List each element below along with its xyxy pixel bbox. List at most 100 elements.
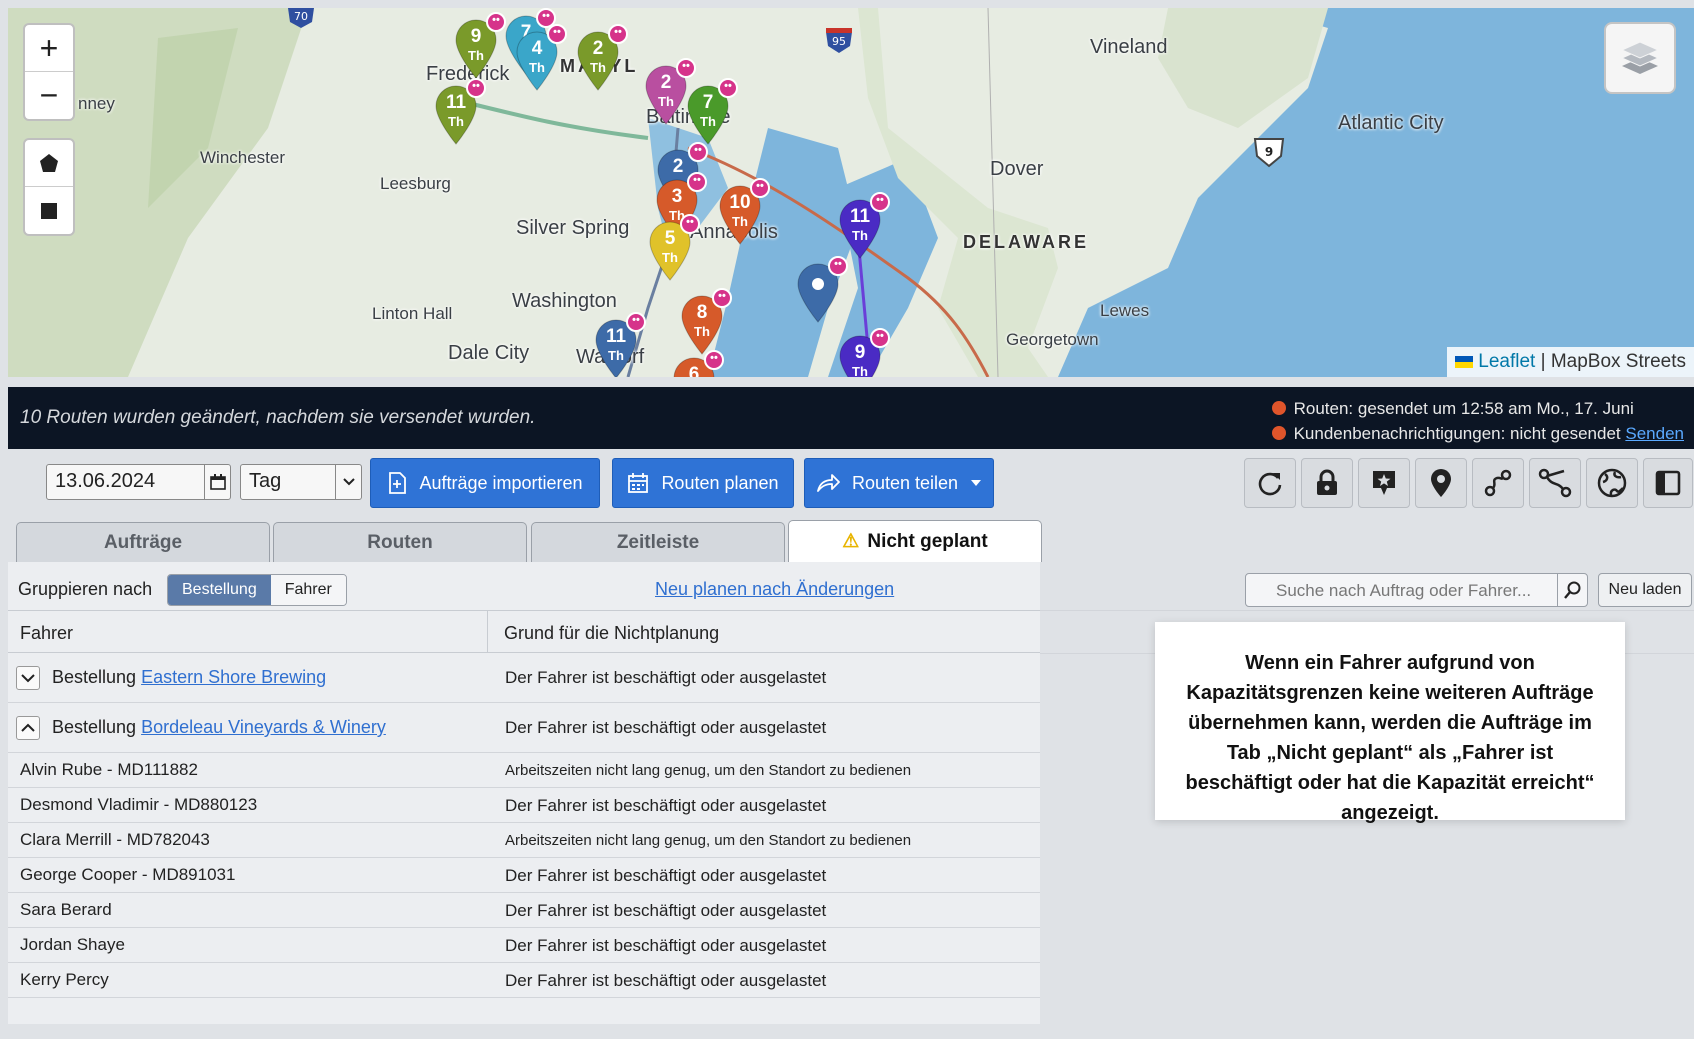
favorite-pin-button[interactable]	[1358, 458, 1410, 508]
route-marker[interactable]: 11 Th ••	[838, 192, 890, 260]
svg-text:70: 70	[294, 10, 308, 23]
search-input[interactable]: Suche nach Auftrag oder Fahrer...	[1245, 573, 1588, 607]
group-by-label: Gruppieren nach	[18, 579, 153, 599]
order-group-row: Bestellung Bordeleau Vineyards & Winery …	[8, 703, 1040, 753]
unplanned-reason: Der Fahrer ist beschäftigt oder ausgelas…	[505, 718, 827, 737]
divider	[1040, 610, 1694, 611]
route-marker[interactable]: 9 Th ••	[838, 328, 890, 377]
leaflet-link[interactable]: Leaflet	[1478, 351, 1535, 372]
driver-name: Alvin Rube - MD111882	[20, 760, 198, 779]
expand-toggle[interactable]	[16, 666, 40, 690]
layers-button[interactable]	[1604, 22, 1676, 94]
route-marker[interactable]: 9 Th ••	[454, 12, 506, 80]
order-group-label: Bestellung Eastern Shore Brewing	[52, 667, 326, 688]
route-marker[interactable]: 5 Th ••	[648, 214, 700, 282]
sidebar-panel-icon	[1655, 470, 1681, 496]
route-marker[interactable]: 10 Th ••	[718, 178, 770, 246]
tab-timeline[interactable]: Zeitleiste	[531, 522, 785, 562]
collapse-toggle[interactable]	[16, 716, 40, 740]
route-map[interactable]: Vineland Frederick MARYL Baltimore Atlan…	[8, 8, 1694, 377]
period-select[interactable]: Tag	[240, 464, 362, 500]
import-orders-button[interactable]: Aufträge importieren	[370, 458, 600, 508]
map-label: Dale City	[448, 342, 530, 364]
table-row[interactable]: Kerry Percy Der Fahrer ist beschäftigt od…	[8, 963, 1040, 998]
map-label: Linton Hall	[372, 304, 453, 323]
chevron-up-icon	[21, 723, 35, 732]
map-label: Georgetown	[1006, 330, 1099, 349]
replan-after-changes-link[interactable]: Neu planen nach Änderungen	[655, 579, 894, 600]
unplanned-reason: Arbeitszeiten nicht lang genug, um den S…	[505, 762, 912, 779]
search-icon[interactable]	[1557, 574, 1587, 606]
map-label: Leesburg	[380, 174, 451, 193]
map-label: Silver Spring	[516, 217, 630, 239]
lock-button[interactable]	[1301, 458, 1353, 508]
reload-button[interactable]: Neu laden	[1598, 573, 1692, 607]
order-customer-link[interactable]: Eastern Shore Brewing	[141, 667, 326, 687]
draw-polygon-button[interactable]	[25, 140, 73, 187]
table-row[interactable]: Clara Merrill - MD782043 Arbeitszeiten ni…	[8, 823, 1040, 858]
message-badge-icon: ••	[870, 328, 890, 348]
table-row[interactable]: George Cooper - MD891031 Der Fahrer ist b…	[8, 858, 1040, 893]
panel-toggle-button[interactable]	[1643, 458, 1693, 508]
marker-day-label: Th	[852, 228, 868, 243]
marker-day-label: Th	[590, 60, 606, 75]
route-marker[interactable]: 8 Th ••	[680, 288, 732, 356]
refresh-button[interactable]	[1244, 458, 1296, 508]
tab-unplanned[interactable]: ⚠ Nicht geplant	[788, 520, 1042, 562]
star-marker-icon	[1373, 471, 1395, 495]
send-link[interactable]: Senden	[1625, 424, 1684, 443]
table-row[interactable]: Desmond Vladimir - MD880123 Der Fahrer is…	[8, 788, 1040, 823]
map-attribution: Leaflet | MapBox Streets	[1447, 347, 1694, 377]
order-customer-link[interactable]: Bordeleau Vineyards & Winery	[141, 717, 386, 737]
lock-icon	[1317, 469, 1337, 495]
column-header-driver[interactable]: Fahrer	[20, 623, 73, 644]
share-routes-button[interactable]: Routen teilen	[804, 458, 994, 508]
date-field[interactable]: 13.06.2024	[46, 464, 231, 500]
route-path-button[interactable]	[1472, 458, 1524, 508]
plan-routes-button[interactable]: Routen planen	[612, 458, 794, 508]
route-marker[interactable]: 7Th••	[686, 78, 738, 146]
status-dot-icon	[1271, 401, 1286, 415]
marker-day-label: Th	[608, 348, 624, 363]
calendar-icon[interactable]	[204, 465, 230, 499]
zoom-out-button[interactable]: −	[25, 72, 73, 119]
share-arrow-icon	[817, 474, 840, 492]
message-badge-icon: ••	[718, 78, 738, 98]
route-marker[interactable]: 2 Th ••	[576, 24, 628, 92]
changes-alert-bar: 10 Routen wurden geändert, nachdem sie v…	[8, 387, 1694, 449]
column-header-reason[interactable]: Grund für die Nichtplanung	[504, 623, 719, 644]
zoom-in-button[interactable]: +	[25, 25, 73, 72]
alert-message: 10 Routen wurden geändert, nachdem sie v…	[20, 407, 536, 428]
table-row[interactable]: Alvin Rube - MD111882 Arbeitszeiten nicht…	[8, 753, 1040, 788]
group-by-driver-option[interactable]: Fahrer	[270, 575, 346, 605]
table-row[interactable]: Jordan Shaye Der Fahrer ist beschäftigt o…	[8, 928, 1040, 963]
toolbar: 13.06.2024 Tag Aufträge importieren Rout…	[8, 452, 1694, 514]
map-label: DELAWARE	[963, 232, 1090, 252]
group-by-order-option[interactable]: Bestellung	[168, 575, 271, 605]
route-marker[interactable]: 11 Th ••	[434, 78, 486, 146]
location-button[interactable]	[1415, 458, 1467, 508]
unplanned-reason: Der Fahrer ist beschäftigt oder ausgelas…	[505, 936, 827, 955]
draw-rectangle-button[interactable]	[25, 187, 73, 234]
tab-routes[interactable]: Routen	[273, 522, 527, 562]
route-marker[interactable]: 11 Th ••	[594, 312, 646, 377]
split-route-icon	[1538, 468, 1572, 498]
route-split-button[interactable]	[1529, 458, 1581, 508]
message-badge-icon: ••	[466, 78, 486, 98]
group-by-bar: Gruppieren nach Bestellung Fahrer Neu pl…	[8, 562, 1040, 610]
ukraine-flag-icon	[1455, 356, 1473, 368]
table-row[interactable]: Sara Berard Der Fahrer ist beschäftigt od…	[8, 893, 1040, 928]
route-marker[interactable]: 4 Th ••	[515, 24, 567, 92]
tab-orders[interactable]: Aufträge	[16, 522, 270, 562]
route-marker[interactable]: ••	[796, 256, 848, 324]
map-label: Washington	[512, 290, 617, 312]
route-marker[interactable]: 2 Th ••	[644, 58, 696, 126]
unplanned-reason: Der Fahrer ist beschäftigt oder ausgelas…	[505, 668, 827, 687]
globe-button[interactable]	[1586, 458, 1638, 508]
unplanned-reason: Arbeitszeiten nicht lang genug, um den S…	[505, 832, 912, 849]
plan-routes-label: Routen planen	[661, 472, 779, 493]
route-marker[interactable]: 6 ••	[672, 350, 724, 377]
marker-day-label: Th	[448, 114, 464, 129]
share-routes-label: Routen teilen	[851, 472, 959, 493]
status-dot-icon	[1271, 426, 1286, 440]
